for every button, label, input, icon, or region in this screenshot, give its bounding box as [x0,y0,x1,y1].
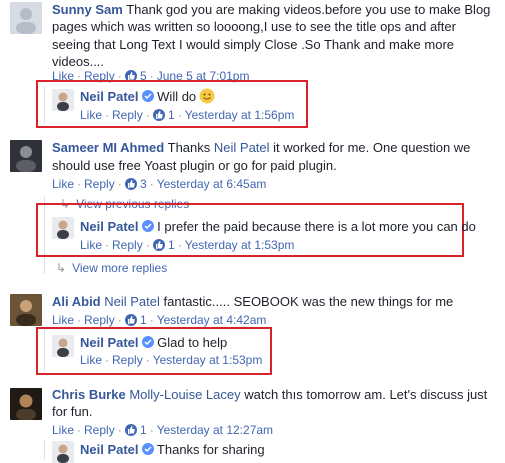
reply-link[interactable]: Reply [112,238,143,252]
reply-actions: Like · Reply · Yesterday at 1:53pm [80,353,263,367]
like-thumb-icon [124,178,137,190]
reply-text: Neil Patel Thanks for sharing [80,441,265,458]
timestamp[interactable]: Yesterday at 1:53pm [153,353,263,367]
verified-badge-icon [141,220,154,232]
like-link[interactable]: Like [80,353,102,367]
comment-text-start: Thanks [167,140,211,155]
view-more-label[interactable]: View more replies [72,261,167,275]
timestamp[interactable]: Yesterday at 4:42am [157,313,267,327]
avatar-ali-abid[interactable] [10,294,42,326]
comment-message: fantastic..... SEOBOOK was the new thing… [163,294,454,309]
reply-message: Thanks for sharing [156,442,265,457]
like-count[interactable]: 1 [140,423,147,437]
verified-badge-icon [141,90,154,102]
like-count[interactable]: 1 [168,238,175,252]
like-count[interactable]: 1 [140,313,147,327]
view-more-replies[interactable]: ↳ View more replies [56,260,167,276]
avatar-neil-patel[interactable] [52,441,74,463]
reply-author[interactable]: Neil Patel [80,335,139,350]
comment-actions: Like · Reply · 1 · Yesterday at 4:42am [52,313,267,327]
timestamp[interactable]: Yesterday at 12:27am [157,423,273,437]
like-thumb-icon [152,239,165,251]
comment-text-line: pages which was written so loooong,I use… [52,19,456,34]
comment-text: Sameer MI Ahmed Thanks Neil Patel it wor… [52,139,470,156]
reply-text: Neil Patel I prefer the paid because the… [80,218,476,235]
reply-message: I prefer the paid because there is a lot… [157,219,476,234]
comment-text-line: seeing that Long Text I would simply Clo… [52,37,455,52]
like-link[interactable]: Like [80,238,102,252]
reply-text: Neil Patel Will do [80,88,215,108]
reply-actions: Like · Reply · 1 · Yesterday at 1:53pm [80,238,295,252]
comment-text-rest: watch thıs tomorrow am. Let's discuss ju… [244,387,488,402]
reply-author[interactable]: Neil Patel [80,442,139,457]
timestamp[interactable]: Yesterday at 6:45am [157,177,267,191]
reply-arrow-icon: ↳ [56,261,67,275]
like-thumb-icon [124,424,137,436]
reply-link[interactable]: Reply [84,423,115,437]
mention-link[interactable]: Neil Patel [104,294,160,309]
timestamp[interactable]: Yesterday at 1:53pm [185,238,295,252]
reply-link[interactable]: Reply [112,108,143,122]
comment-author[interactable]: Ali Abid [52,294,101,309]
comment-author[interactable]: Sameer MI Ahmed [52,140,164,155]
comment-text-line: for fun. [52,404,93,419]
avatar-chris-burke[interactable] [10,388,42,420]
smiley-emoji-icon [199,88,215,108]
comment-actions: Like · Reply · 1 · Yesterday at 12:27am [52,423,274,437]
avatar-neil-patel[interactable] [52,89,74,111]
reply-message: Will do [157,89,197,104]
reply-message: Glad to help [157,335,228,350]
timestamp[interactable]: Yesterday at 1:56pm [185,108,295,122]
comment-text-line: should use free Yoast plugin or go for p… [52,158,337,173]
verified-badge-icon [141,336,154,348]
avatar-sunny-sam[interactable] [10,2,42,34]
mention-link[interactable]: Neil Patel [214,140,270,155]
reply-actions: Like · Reply · 1 · Yesterday at 1:56pm [80,108,295,122]
comment-text: Sunny Sam Thank god you are making video… [52,1,490,18]
like-count[interactable]: 1 [168,108,175,122]
like-link[interactable]: Like [52,177,74,191]
comment-text-rest: it worked for me. One question we [273,140,471,155]
avatar-neil-patel[interactable] [52,217,74,239]
like-count[interactable]: 3 [140,177,147,191]
comment-author[interactable]: Chris Burke [52,387,126,402]
reply-link[interactable]: Reply [112,353,143,367]
verified-badge-icon [141,443,154,455]
comment-text: Ali Abid Neil Patel fantastic..... SEOBO… [52,293,453,310]
comment-text: Chris Burke Molly-Louise Lacey watch thı… [52,386,487,403]
comment-actions: Like · Reply · 3 · Yesterday at 6:45am [52,177,267,191]
like-link[interactable]: Like [80,108,102,122]
reply-thread-line [44,440,45,459]
like-thumb-icon [124,314,137,326]
reply-text: Neil Patel Glad to help [80,334,227,351]
like-link[interactable]: Like [52,313,74,327]
reply-link[interactable]: Reply [84,313,115,327]
like-thumb-icon [152,109,165,121]
avatar-neil-patel[interactable] [52,335,74,357]
comment-author[interactable]: Sunny Sam [52,2,123,17]
mention-link[interactable]: Molly-Louise Lacey [129,387,240,402]
comment-text-line: Thank god you are making videos.before y… [126,2,491,17]
reply-author[interactable]: Neil Patel [80,89,139,104]
reply-author[interactable]: Neil Patel [80,219,139,234]
reply-link[interactable]: Reply [84,177,115,191]
avatar-sameer-mi-ahmed[interactable] [10,140,42,172]
like-link[interactable]: Like [52,423,74,437]
